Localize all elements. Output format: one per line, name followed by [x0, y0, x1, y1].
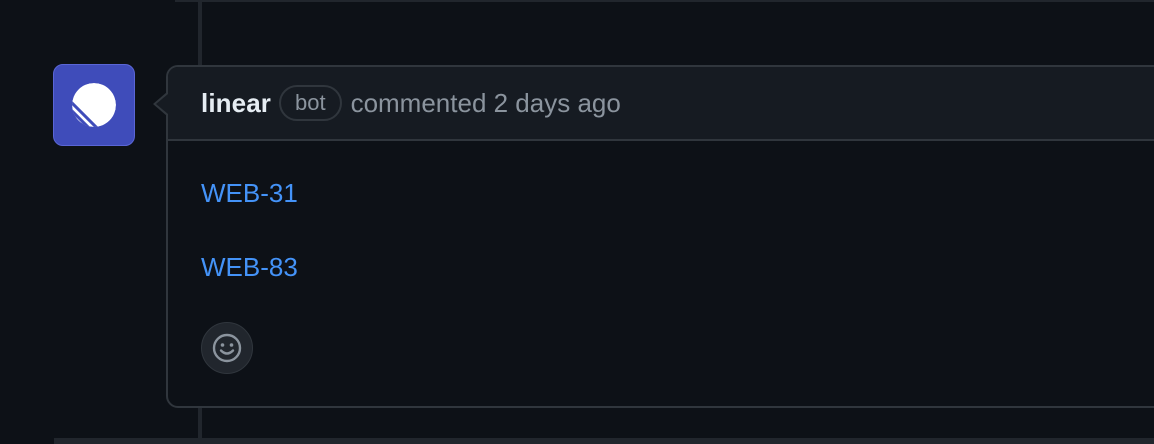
comment-pointer-fill: [156, 94, 168, 114]
divider: [175, 0, 1154, 2]
issue-link-web-83[interactable]: WEB-83: [201, 252, 298, 283]
comment-author[interactable]: linear: [201, 88, 271, 119]
add-reaction-button[interactable]: [201, 322, 253, 374]
divider: [54, 438, 1154, 444]
linear-logo-icon: [72, 83, 116, 127]
comment-timeline: linear bot commented 2 days ago WEB-31 W…: [0, 0, 1154, 444]
bot-badge: bot: [278, 85, 342, 121]
avatar[interactable]: [53, 64, 135, 146]
comment-box: linear bot commented 2 days ago WEB-31 W…: [166, 65, 1154, 408]
comment-timestamp[interactable]: commented 2 days ago: [351, 88, 621, 119]
comment-header: linear bot commented 2 days ago: [168, 67, 1154, 141]
smiley-icon: [212, 333, 242, 363]
issue-link-web-31[interactable]: WEB-31: [201, 178, 298, 209]
